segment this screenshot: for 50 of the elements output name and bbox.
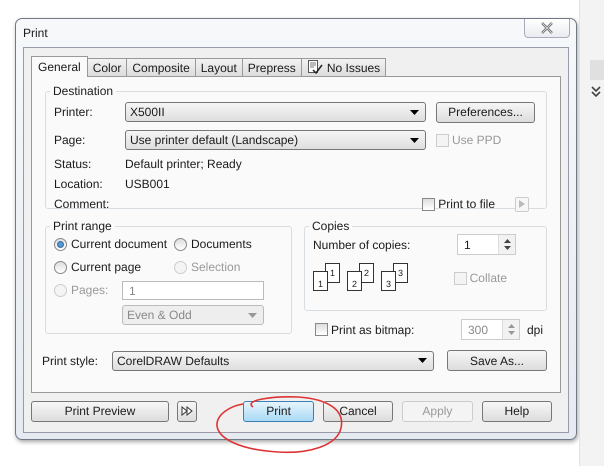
- checklist-icon: [306, 60, 323, 75]
- page-icon: 2: [347, 271, 362, 291]
- field-label: Page:: [54, 133, 86, 147]
- dialog-button[interactable]: Help: [482, 400, 552, 422]
- double-chevron-icon[interactable]: [591, 86, 601, 98]
- group-title: Print range: [52, 219, 113, 233]
- save-as-button[interactable]: Save As...: [447, 350, 547, 371]
- radio-option[interactable]: Current page: [54, 258, 174, 276]
- field-label: Printer:: [54, 105, 94, 119]
- tab[interactable]: Prepress: [242, 58, 302, 76]
- dropdown-arrow-icon: [418, 358, 427, 363]
- close-icon[interactable]: [540, 22, 554, 34]
- page-icon: 3: [381, 271, 396, 291]
- dpi-spinner[interactable]: 300: [461, 319, 520, 340]
- double-arrow-icon: [181, 406, 194, 416]
- tab[interactable]: Color: [86, 58, 128, 76]
- dropdown-arrow-icon: [248, 312, 257, 318]
- field-label: Print style:: [42, 354, 100, 368]
- field-label: Status:: [54, 157, 92, 171]
- copies-spinner[interactable]: 1: [457, 234, 516, 255]
- print-style-dropdown[interactable]: CorelDRAW Defaults: [112, 350, 434, 370]
- dropdown-arrow-icon: [410, 110, 419, 114]
- window-title: Print: [23, 26, 48, 40]
- print-button[interactable]: Print: [243, 400, 314, 422]
- printer-dropdown[interactable]: X500II: [125, 102, 426, 122]
- group-title: Copies: [311, 219, 350, 233]
- double-arrow-button[interactable]: [176, 400, 198, 422]
- tab[interactable]: No Issues: [300, 58, 386, 76]
- dialog-button[interactable]: Print Preview: [31, 400, 169, 422]
- close-button[interactable]: [524, 19, 570, 38]
- group-title: Destination: [52, 84, 114, 98]
- field-label: Comment:: [54, 197, 110, 211]
- dropdown-arrow-icon: [410, 138, 419, 142]
- tab[interactable]: Layout: [194, 58, 243, 76]
- print-as-bitmap-checkbox[interactable]: Print as bitmap:: [315, 322, 461, 336]
- tab[interactable]: General: [31, 56, 88, 77]
- status-value: Default printer; Ready: [125, 157, 242, 171]
- field-label: Number of copies:: [313, 238, 410, 252]
- page-icon: 1: [313, 271, 328, 291]
- dialog-button[interactable]: Cancel: [322, 400, 394, 422]
- preferences-button[interactable]: Preferences...: [436, 102, 535, 122]
- print-to-file-checkbox[interactable]: Print to file: [422, 197, 495, 211]
- location-value: USB001: [125, 177, 170, 191]
- unit-label: dpi: [527, 322, 544, 336]
- tab[interactable]: Composite: [126, 58, 196, 76]
- radio-option[interactable]: Current document: [54, 235, 174, 253]
- field-label: Location:: [54, 177, 104, 191]
- page-dropdown[interactable]: Use printer default (Landscape): [125, 130, 426, 150]
- radio-option[interactable]: Documents: [174, 235, 282, 253]
- pages-field[interactable]: 1: [122, 281, 264, 300]
